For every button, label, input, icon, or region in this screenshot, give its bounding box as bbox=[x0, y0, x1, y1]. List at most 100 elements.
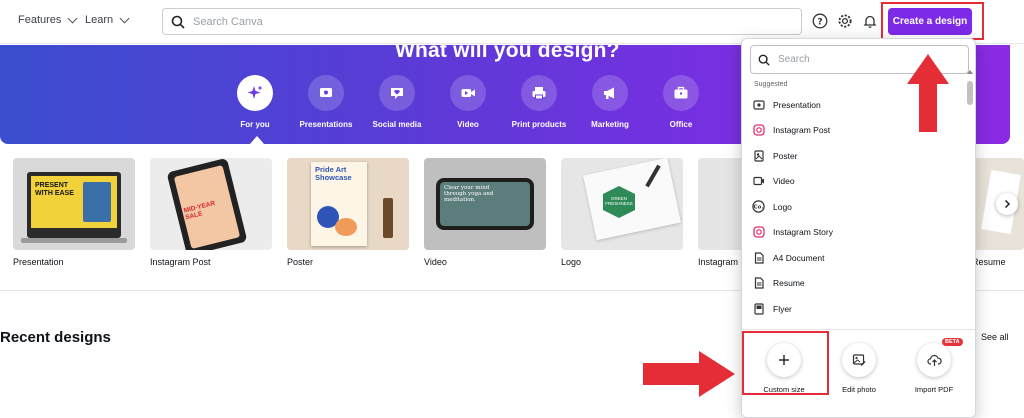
red-arrow-right-icon bbox=[643, 351, 735, 397]
highlight-create-button bbox=[881, 2, 984, 40]
template-caption: Poster bbox=[287, 257, 314, 267]
upload-cloud-icon bbox=[917, 343, 951, 377]
instagram-icon bbox=[752, 124, 765, 137]
template-caption: Presentation bbox=[13, 257, 64, 267]
template-card-presentation[interactable]: PRESENT WITH EASE Presentation bbox=[13, 158, 135, 267]
template-thumbnail: MID-YEAR SALE bbox=[150, 158, 272, 250]
category-office[interactable]: Office bbox=[641, 75, 721, 129]
template-card-logo[interactable]: GREEN FRESHNESS Logo bbox=[561, 158, 683, 267]
category-label: Office bbox=[669, 120, 693, 129]
bell-icon[interactable] bbox=[861, 12, 879, 30]
video-camera-icon bbox=[450, 75, 486, 111]
action-label: Edit photo bbox=[842, 385, 876, 394]
chevron-down-icon bbox=[67, 13, 78, 23]
printer-icon bbox=[521, 75, 557, 111]
presentation-icon bbox=[308, 75, 344, 111]
template-caption: Resume bbox=[972, 257, 1006, 267]
svg-text:?: ? bbox=[817, 18, 822, 28]
sparkle-icon bbox=[237, 75, 273, 111]
template-caption: Logo bbox=[561, 257, 582, 267]
recent-designs-title: Recent designs bbox=[0, 329, 111, 346]
briefcase-icon bbox=[663, 75, 699, 111]
template-thumbnail: Clear your mind through yoga and meditat… bbox=[424, 158, 546, 250]
presentation-icon bbox=[752, 98, 765, 111]
gear-icon[interactable] bbox=[836, 12, 854, 30]
chevron-right-icon bbox=[1004, 199, 1011, 209]
suggested-section-label: Suggested bbox=[754, 81, 788, 88]
category-marketing[interactable]: Marketing bbox=[570, 75, 650, 129]
flyer-icon bbox=[752, 302, 765, 315]
category-label: For you bbox=[240, 120, 270, 129]
poster-icon bbox=[752, 149, 765, 162]
category-for-you[interactable]: For you bbox=[215, 75, 295, 129]
category-label: Video bbox=[457, 120, 479, 129]
design-type-a4-document[interactable]: A4 Document bbox=[750, 245, 964, 271]
beta-badge: BETA bbox=[942, 338, 963, 346]
search-input[interactable] bbox=[193, 15, 801, 28]
category-label: Presentations bbox=[299, 120, 353, 129]
learn-label: Learn bbox=[85, 14, 114, 26]
design-type-label: Logo bbox=[773, 201, 792, 212]
category-social-media[interactable]: Social media bbox=[357, 75, 437, 129]
scroll-up-arrow-icon bbox=[967, 70, 973, 74]
image-edit-icon bbox=[842, 343, 876, 377]
design-type-label: Video bbox=[773, 176, 795, 187]
design-type-instagram-story[interactable]: Instagram Story bbox=[750, 220, 964, 246]
template-card-instagram-post[interactable]: MID-YEAR SALE Instagram Post bbox=[150, 158, 272, 267]
template-caption: Instagram Post bbox=[150, 257, 211, 267]
design-type-label: Instagram Post bbox=[773, 125, 831, 136]
see-all-link[interactable]: See all bbox=[981, 332, 1009, 342]
template-card-resume[interactable]: Resume bbox=[972, 158, 1024, 267]
carousel-next-button[interactable] bbox=[996, 193, 1018, 215]
chevron-down-icon bbox=[119, 13, 130, 23]
category-video[interactable]: Video bbox=[428, 75, 508, 129]
hero-title: What will you design? bbox=[395, 45, 620, 62]
main-search-bar[interactable] bbox=[162, 8, 802, 35]
design-type-flyer[interactable]: Flyer bbox=[750, 296, 964, 322]
edit-photo-button[interactable]: Edit photo bbox=[824, 343, 894, 394]
thumb-text: Clear your mind through yoga and meditat… bbox=[444, 185, 494, 203]
instagram-icon bbox=[752, 226, 765, 239]
design-type-resume[interactable]: Resume bbox=[750, 271, 964, 297]
template-thumbnail: PRESENT WITH EASE bbox=[13, 158, 135, 250]
thumb-text: GREEN FRESHNESS bbox=[605, 196, 633, 206]
learn-menu[interactable]: Learn bbox=[85, 13, 130, 26]
scrollbar-thumb[interactable] bbox=[967, 81, 973, 105]
action-label: Import PDF bbox=[914, 385, 954, 394]
document-icon bbox=[752, 251, 765, 264]
search-icon bbox=[758, 54, 770, 66]
thumb-text: PRESENT WITH EASE bbox=[35, 182, 74, 197]
import-pdf-button[interactable]: BETA Import PDF bbox=[899, 338, 969, 394]
svg-text:Co.: Co. bbox=[754, 205, 764, 211]
design-type-label: Resume bbox=[773, 278, 805, 289]
video-icon bbox=[752, 175, 765, 188]
category-presentations[interactable]: Presentations bbox=[286, 75, 366, 129]
category-label: Print products bbox=[511, 120, 567, 129]
design-type-poster[interactable]: Poster bbox=[750, 143, 964, 169]
template-thumbnail: Pride Art Showcase bbox=[287, 158, 409, 250]
design-type-video[interactable]: Video bbox=[750, 169, 964, 195]
thumb-text: Pride Art Showcase bbox=[315, 165, 352, 182]
dropdown-scrollbar[interactable] bbox=[966, 69, 974, 361]
highlight-custom-size bbox=[742, 331, 829, 395]
template-caption: Video bbox=[424, 257, 447, 267]
red-arrow-up-icon bbox=[907, 54, 949, 132]
template-card-video[interactable]: Clear your mind through yoga and meditat… bbox=[424, 158, 546, 267]
design-type-label: A4 Document bbox=[773, 252, 825, 263]
category-print-products[interactable]: Print products bbox=[499, 75, 579, 129]
design-type-label: Poster bbox=[773, 150, 798, 161]
megaphone-icon bbox=[592, 75, 628, 111]
design-type-label: Instagram Story bbox=[773, 227, 833, 238]
features-menu[interactable]: Features bbox=[18, 13, 78, 26]
help-icon[interactable]: ? bbox=[811, 12, 829, 30]
template-card-poster[interactable]: Pride Art Showcase Poster bbox=[287, 158, 409, 267]
logo-co-icon: Co. bbox=[752, 200, 765, 213]
template-thumbnail: GREEN FRESHNESS bbox=[561, 158, 683, 250]
design-type-logo[interactable]: Co. Logo bbox=[750, 194, 964, 220]
search-icon bbox=[171, 15, 185, 29]
document-icon bbox=[752, 277, 765, 290]
design-type-label: Flyer bbox=[773, 303, 792, 314]
design-type-label: Presentation bbox=[773, 99, 821, 110]
category-label: Marketing bbox=[591, 120, 629, 129]
category-label: Social media bbox=[372, 120, 422, 129]
